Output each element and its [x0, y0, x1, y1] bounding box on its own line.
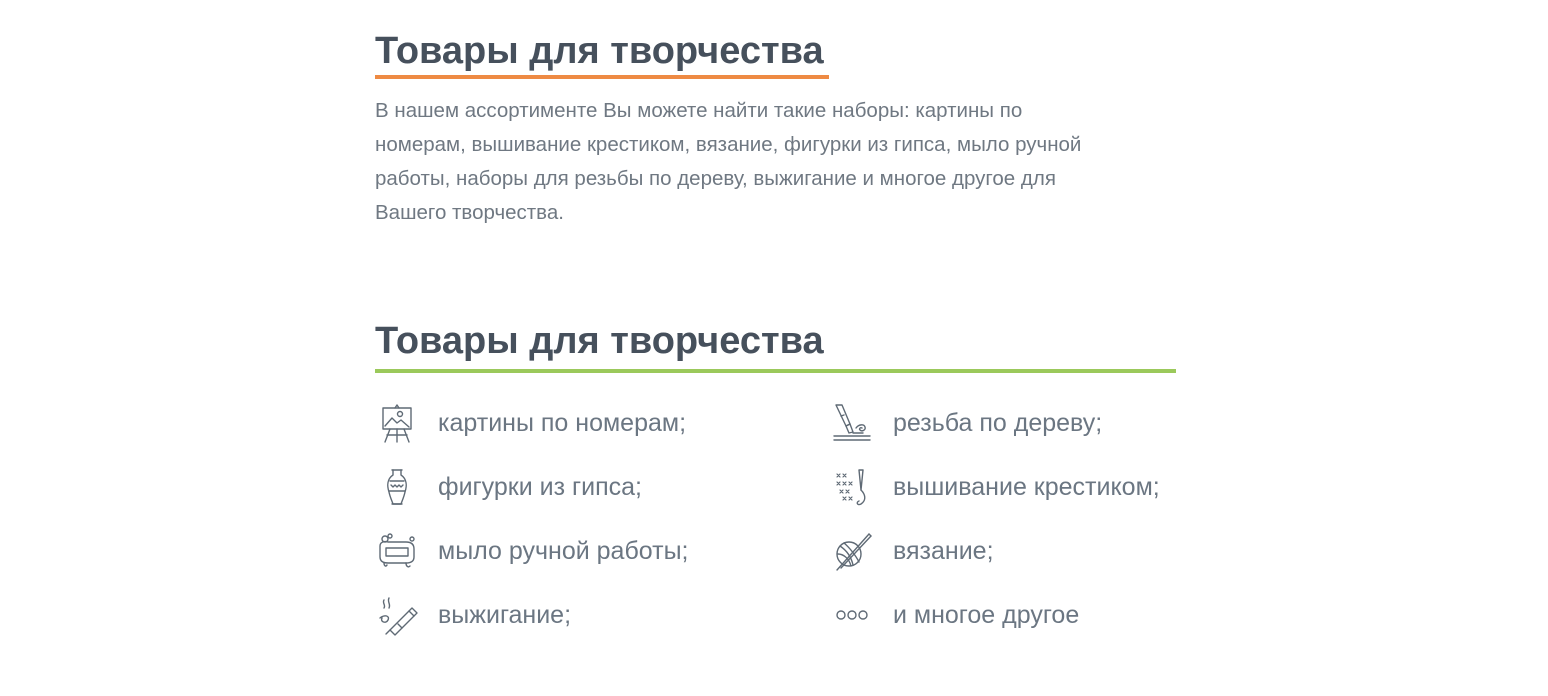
feature-item: картины по номерам;: [375, 401, 686, 445]
feature-item: выжигание;: [375, 593, 571, 637]
cross-stitch-needle-icon: [830, 465, 874, 509]
feature-item: резьба по дереву;: [830, 401, 1102, 445]
section-intro: Товары для творчества В нашем ассортимен…: [375, 28, 1135, 230]
easel-painting-icon: [375, 401, 419, 445]
feature-item: вышивание крестиком;: [830, 465, 1160, 509]
feature-label: вышивание крестиком;: [893, 472, 1160, 501]
wood-carving-knife-icon: [830, 401, 874, 445]
feature-label: выжигание;: [438, 600, 572, 629]
feature-list: картины по номерам; резьба по дереву; фи…: [375, 401, 1195, 671]
feature-label: фигурки из гипса;: [438, 472, 642, 501]
title-underline: [375, 75, 829, 79]
section-features: Товары для творчества картины по номерам…: [375, 318, 1195, 671]
soap-bar-icon: [375, 529, 419, 573]
feature-label: резьба по дереву;: [893, 408, 1103, 437]
yarn-ball-knitting-icon: [830, 529, 874, 573]
section-title: Товары для творчества: [375, 30, 824, 72]
feature-label: и многое другое: [893, 600, 1080, 629]
section-title: Товары для творчества: [375, 320, 824, 362]
intro-paragraph: В нашем ассортименте Вы можете найти так…: [375, 99, 1082, 224]
title-underline: [375, 369, 1176, 373]
feature-label: мыло ручной работы;: [438, 536, 689, 565]
more-dots-icon: [830, 593, 874, 637]
feature-item: вязание;: [830, 529, 994, 573]
feature-label: картины по номерам;: [438, 408, 687, 437]
feature-item: фигурки из гипса;: [375, 465, 642, 509]
feature-item: и многое другое: [830, 593, 1079, 637]
vase-figurine-icon: [375, 465, 419, 509]
wood-burning-pen-icon: [375, 593, 419, 637]
feature-item: мыло ручной работы;: [375, 529, 689, 573]
feature-label: вязание;: [893, 536, 994, 565]
